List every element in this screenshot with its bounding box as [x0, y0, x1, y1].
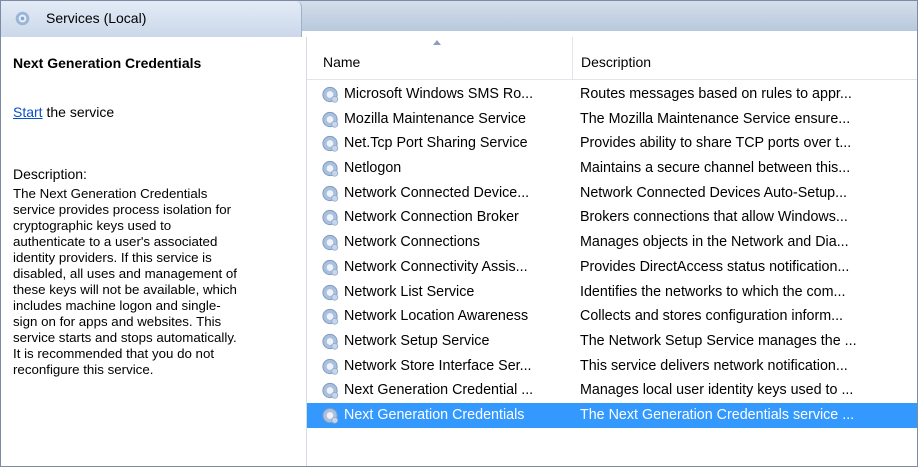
service-name-cell: Network Connected Device... [344, 184, 530, 201]
description-line: cryptographic keys used to [13, 218, 172, 233]
service-name-cell: Net.Tcp Port Sharing Service [344, 135, 528, 152]
list-header: Name Description [307, 37, 917, 80]
service-name-cell: Network Connectivity Assis... [344, 258, 528, 275]
service-gear-icon [322, 383, 339, 399]
column-header-description-label: Description [581, 54, 652, 70]
description-line: reconfigure this service. [13, 362, 154, 377]
description-line: sign on for apps and websites. This [13, 314, 222, 329]
service-description-cell: Routes messages based on rules to appr..… [580, 86, 852, 102]
service-gear-icon [322, 358, 339, 375]
service-name-cell: Next Generation Credential ... [344, 382, 534, 399]
service-description-cell: This service delivers network notificati… [580, 357, 848, 374]
description-line: includes machine logon and single- [13, 298, 221, 313]
service-description: The Next Generation Credentials service … [13, 186, 303, 378]
table-row[interactable]: Next Generation Credential ... Manages lo… [307, 378, 917, 403]
services-gear-icon [15, 11, 30, 26]
start-service-line: Start the service [13, 104, 114, 120]
table-row[interactable]: Net.Tcp Port Sharing Service Provides abi… [307, 131, 917, 156]
column-header-name-label: Name [323, 54, 361, 70]
table-row[interactable]: Network List Service Identifies the netwo… [307, 280, 917, 305]
service-description-cell: Provides ability to share TCP ports over… [580, 135, 852, 152]
service-description-cell: Manages local user identity keys used to… [580, 382, 854, 399]
table-row[interactable]: Network Connection Broker Brokers connect… [307, 205, 917, 230]
start-service-suffix: the service [42, 104, 115, 120]
description-line: service provides process isolation for [13, 202, 232, 217]
table-row[interactable]: Mozilla Maintenance Service The Mozilla M… [307, 107, 917, 132]
services-local-tab: Services (Local) [1, 1, 302, 37]
table-row[interactable]: Network Connectivity Assis... Provides Di… [307, 255, 917, 280]
service-name-cell: Network Connection Broker [344, 209, 519, 226]
table-row-selected[interactable]: Next Generation Credentials The Next Gene… [307, 402, 917, 428]
table-row[interactable]: Network Connections Manages objects in th… [307, 230, 917, 255]
service-description-cell: Network Connected Devices Auto-Setup... [580, 184, 848, 201]
service-gear-icon [322, 284, 339, 301]
service-description-cell: Brokers connections that allow Windows..… [580, 209, 848, 226]
service-gear-icon [322, 259, 339, 276]
service-name-cell: Network Setup Service [344, 332, 490, 349]
service-name-cell: Network List Service [344, 283, 475, 300]
start-service-link[interactable]: Start [13, 104, 43, 120]
description-line: service starts and stops automatically. [13, 330, 237, 345]
service-name-cell: Mozilla Maintenance Service [344, 110, 526, 127]
service-gear-icon [322, 111, 339, 128]
service-description-cell: The Network Setup Service manages the ..… [580, 332, 857, 349]
service-description-cell: The Mozilla Maintenance Service ensure..… [580, 110, 851, 127]
table-row[interactable]: Netlogon Maintains a secure channel betwe… [307, 156, 917, 181]
service-gear-icon [322, 136, 339, 153]
description-line: disabled, all uses and management of [13, 266, 237, 281]
table-row[interactable]: Network Location Awareness Collects and s… [307, 304, 917, 329]
description-line: The Next Generation Credentials [13, 186, 208, 201]
description-line: identity providers. If this service is [13, 250, 212, 265]
column-header-description[interactable]: Description [573, 37, 917, 79]
table-row[interactable]: Network Setup Service The Network Setup S… [307, 329, 917, 354]
service-gear-icon [322, 333, 339, 350]
description-label: Description: [13, 166, 87, 182]
service-gear-icon [322, 160, 339, 177]
service-description-cell: Provides DirectAccess status notificatio… [580, 258, 850, 275]
services-list-panel: Name Description Microsoft Windows SMS R… [306, 37, 917, 466]
service-name-cell: Network Store Interface Ser... [344, 357, 532, 374]
window-title: Services (Local) [46, 10, 147, 26]
service-description-cell: The Next Generation Credentials service … [580, 406, 855, 423]
service-detail-panel: Next Generation Credentials Start the se… [1, 37, 306, 466]
description-line: It is recommended that you do not [13, 346, 215, 361]
service-description-cell: Maintains a secure channel between this.… [580, 160, 851, 177]
description-line: authenticate to a user's associated [13, 234, 218, 249]
service-description-cell: Collects and stores configuration inform… [580, 308, 844, 325]
service-name-cell: Network Connections [344, 234, 480, 251]
service-description-cell: Identifies the networks to which the com… [580, 283, 846, 300]
service-name-cell: Network Location Awareness [344, 308, 529, 325]
service-gear-icon [322, 185, 339, 202]
service-gear-icon [322, 407, 339, 424]
service-gear-icon [322, 86, 339, 103]
service-gear-icon [322, 235, 339, 251]
column-header-name[interactable]: Name [307, 37, 573, 79]
table-row[interactable]: Microsoft Windows SMS Ro... Routes messag… [307, 82, 917, 107]
table-row[interactable]: Network Store Interface Ser... This servi… [307, 354, 917, 379]
service-gear-icon [322, 309, 339, 325]
service-name-cell: Microsoft Windows SMS Ro... [344, 86, 534, 102]
services-window: Services (Local) Next Generation Credent… [0, 0, 918, 467]
table-row[interactable]: Network Connected Device... Network Conne… [307, 181, 917, 206]
selected-service-name: Next Generation Credentials [13, 55, 202, 71]
description-line: these keys will not be available, which [13, 282, 237, 297]
service-name-cell: Next Generation Credentials [344, 406, 525, 423]
services-list: Microsoft Windows SMS Ro... Routes messag… [307, 82, 917, 428]
service-gear-icon [322, 210, 339, 227]
service-description-cell: Manages objects in the Network and Dia..… [580, 234, 849, 251]
service-name-cell: Netlogon [344, 160, 402, 177]
sort-ascending-icon [433, 40, 441, 45]
